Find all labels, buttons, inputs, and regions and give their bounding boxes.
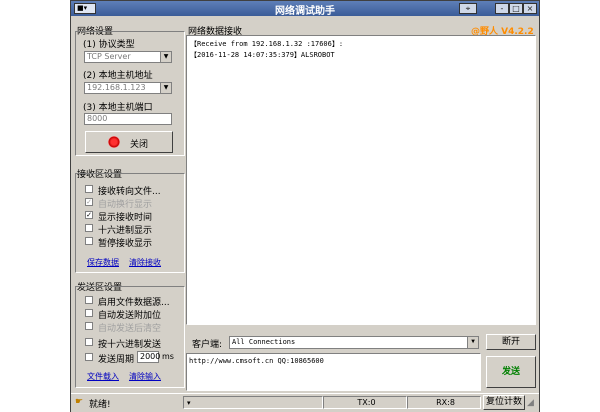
checkbox-box[interactable] xyxy=(85,296,93,304)
checkbox-label: 显示接收时间 xyxy=(98,213,153,223)
checkbox-label: 十六进制显示 xyxy=(98,226,153,236)
status-empty-cell: ▾ xyxy=(183,396,323,409)
checkbox-label: 暂停接收显示 xyxy=(98,239,153,249)
disconnect-button[interactable]: 断开 xyxy=(486,334,536,350)
red-light-icon xyxy=(108,136,120,148)
checkbox-label: 发送周期 xyxy=(98,355,135,365)
checkbox-label: 自动发送后清空 xyxy=(98,324,162,334)
client-select[interactable]: All Connections ▼ xyxy=(229,336,479,349)
checkbox-label: 自动发送附加位 xyxy=(98,311,162,321)
dropdown-arrow-icon[interactable]: ▼ xyxy=(467,337,478,348)
checkbox-label: 启用文件数据源... xyxy=(98,298,170,308)
resize-grip-icon[interactable]: ◢ xyxy=(527,398,534,408)
send-textarea[interactable]: http://www.cmsoft.cn QQ:10865600 xyxy=(186,353,481,391)
file-load-link[interactable]: 文件载入 xyxy=(87,371,119,382)
app-window: ■▾ 网络调试助手 ⌖ - □ × 网络设置 (1) 协议类型 TCP Serv… xyxy=(70,0,540,412)
protocol-value: TCP Server xyxy=(87,52,131,61)
receive-line: 【2016-11-28 14:07:35:379】ALSROBOT xyxy=(190,51,335,59)
pin-icon[interactable]: ⌖ xyxy=(459,3,477,14)
protocol-label: (1) 协议类型 xyxy=(83,40,135,50)
status-icon: ☛ xyxy=(75,397,84,407)
minimize-button[interactable]: - xyxy=(495,3,509,14)
port-input[interactable]: 8000 xyxy=(84,113,172,125)
protocol-select[interactable]: TCP Server ▼ xyxy=(84,51,172,63)
port-label: (3) 本地主机端口 xyxy=(83,103,153,113)
receive-textarea[interactable]: 【Receive from 192.168.1.32 :17606】: 【201… xyxy=(186,35,536,325)
checkbox-label: 自动换行显示 xyxy=(98,200,153,210)
dropdown-arrow-icon[interactable]: ▼ xyxy=(160,83,171,93)
cycle-unit: ms xyxy=(162,352,174,361)
close-button-label: 关闭 xyxy=(130,140,149,150)
checkbox-box[interactable] xyxy=(85,237,93,245)
reset-count-button[interactable]: 复位计数 xyxy=(483,395,525,410)
status-bar: ☛ 就绪! ▾ TX:0 RX:8 复位计数 ◢ xyxy=(71,393,539,412)
checkbox-label: 接收转向文件... xyxy=(98,187,161,197)
save-data-link[interactable]: 保存数据 xyxy=(87,257,119,268)
tx-counter: TX:0 xyxy=(323,396,407,409)
checkbox-label: 按十六进制发送 xyxy=(98,340,162,350)
close-window-button[interactable]: × xyxy=(523,3,537,14)
rx-counter: RX:8 xyxy=(407,396,481,409)
client-value: All Connections xyxy=(232,338,296,346)
checkbox-box[interactable] xyxy=(85,353,93,361)
status-arrow-icon: ▾ xyxy=(187,399,191,407)
close-connection-button[interactable]: 关闭 xyxy=(85,131,173,153)
clear-input-link[interactable]: 清除输入 xyxy=(129,371,161,382)
send-button[interactable]: 发送 xyxy=(486,356,536,388)
host-label: (2) 本地主机地址 xyxy=(83,71,153,81)
maximize-button[interactable]: □ xyxy=(509,3,523,14)
checkbox-box[interactable] xyxy=(85,338,93,346)
host-select[interactable]: 192.168.1.123 ▼ xyxy=(84,82,172,94)
checkbox-box[interactable] xyxy=(85,185,93,193)
clear-receive-link[interactable]: 清除接收 xyxy=(129,257,161,268)
checkbox-box[interactable] xyxy=(85,224,93,232)
title-bar: ■▾ 网络调试助手 ⌖ - □ × xyxy=(71,1,539,17)
status-ready: 就绪! xyxy=(89,400,111,410)
send-cycle-input[interactable]: 2000 xyxy=(137,351,160,363)
dropdown-arrow-icon[interactable]: ▼ xyxy=(160,52,171,62)
client-label: 客户端: xyxy=(192,340,223,350)
host-value: 192.168.1.123 xyxy=(87,83,146,92)
checkbox-box[interactable] xyxy=(85,309,93,317)
checkbox-box[interactable] xyxy=(85,322,93,330)
receive-line: 【Receive from 192.168.1.32 :17606】: xyxy=(190,40,344,48)
send-text: http://www.cmsoft.cn QQ:10865600 xyxy=(189,357,324,365)
checkbox-box[interactable]: ✓ xyxy=(85,198,93,206)
checkbox-box[interactable]: ✓ xyxy=(85,211,93,219)
